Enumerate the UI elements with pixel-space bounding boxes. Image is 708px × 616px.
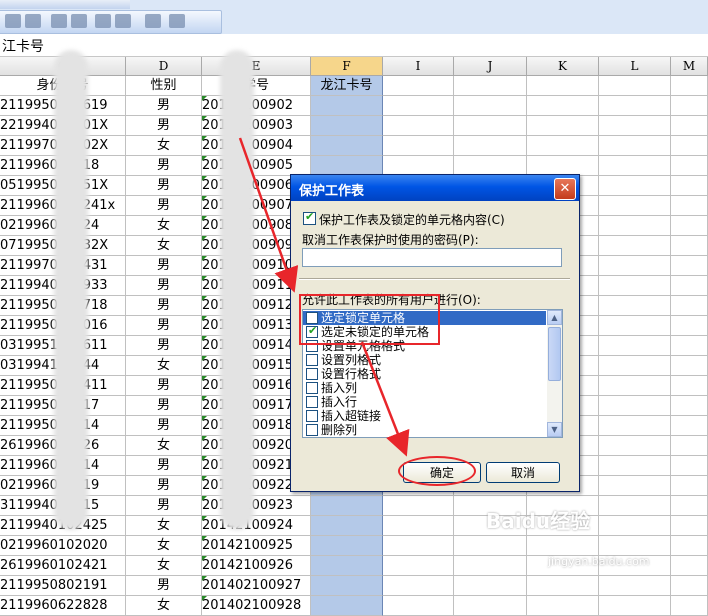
empty-cell[interactable] xyxy=(599,596,671,616)
table-row: 2119960622828 女 201402100928 xyxy=(0,596,708,616)
cell-card-no[interactable] xyxy=(311,596,383,616)
empty-cell[interactable] xyxy=(527,596,599,616)
annotation-arrows xyxy=(238,137,410,457)
watermark-url: jingyan.baidu.com xyxy=(548,555,650,568)
cell-student-no-text: 201402100928 xyxy=(202,598,302,613)
watermark-logo: Baidu经验 xyxy=(486,509,591,533)
cell-gender[interactable]: 女 xyxy=(126,596,202,616)
cell-student-no[interactable]: 201402100928 xyxy=(202,596,311,616)
cell-id[interactable]: 2119960622828 xyxy=(0,596,126,616)
empty-cell[interactable] xyxy=(383,596,454,616)
error-indicator-icon xyxy=(202,596,207,601)
empty-cell[interactable] xyxy=(454,596,527,616)
arrow-to-ok xyxy=(360,341,410,457)
arrow-to-options xyxy=(238,137,299,293)
empty-cell[interactable] xyxy=(671,596,708,616)
